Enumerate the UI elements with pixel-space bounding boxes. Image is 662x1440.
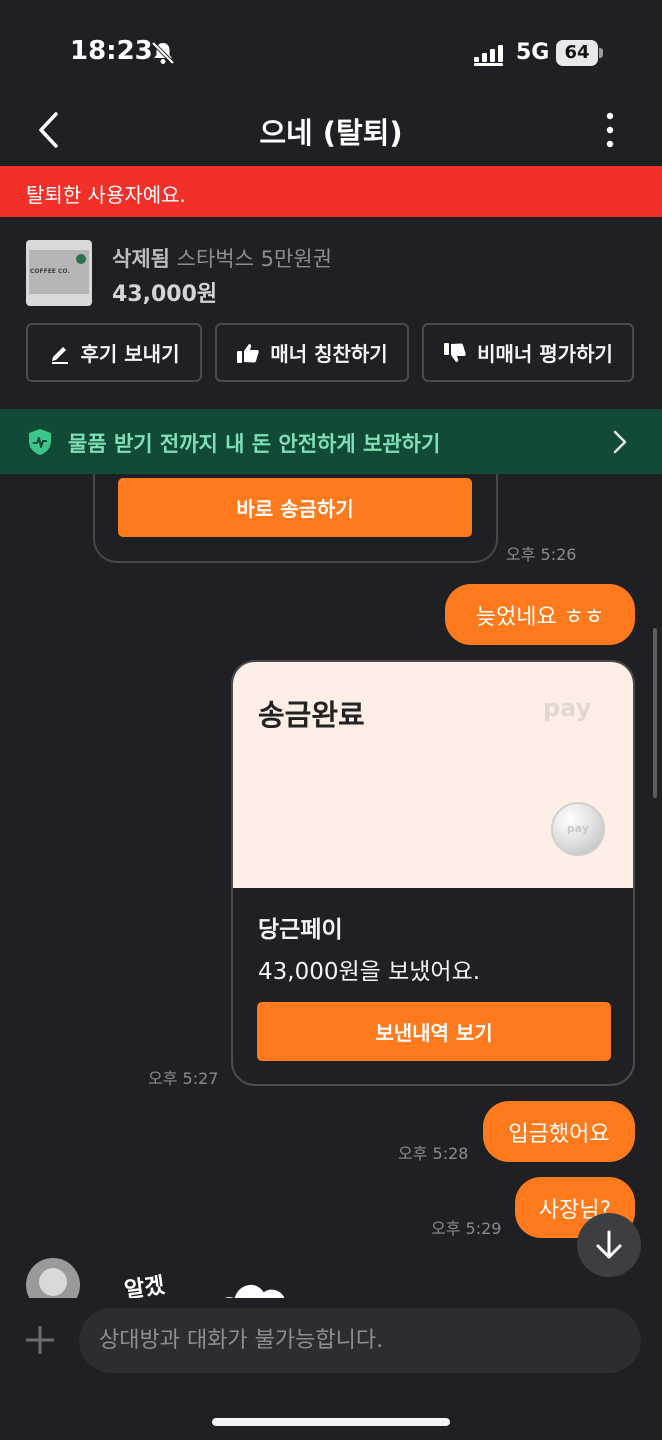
page-title: 으네 (탈퇴) — [259, 116, 403, 150]
home-indicator[interactable] — [212, 1418, 450, 1426]
plus-button[interactable] — [24, 1324, 56, 1356]
pay-logo: pay — [543, 694, 591, 722]
withdrawn-banner-text: 탈퇴한 사용자예요. — [26, 183, 186, 207]
pencil-icon — [51, 346, 68, 364]
network-label: 5G — [516, 40, 550, 65]
chat-bubble-sent: 늦었네요 ㅎㅎ — [445, 584, 635, 645]
scroll-down-button[interactable] — [577, 1213, 641, 1277]
message-time: 오후 5:26 — [506, 545, 577, 564]
scrollbar[interactable] — [653, 628, 657, 798]
arrow-down-icon — [596, 1230, 622, 1259]
battery-icon: 64 — [556, 40, 604, 66]
chat-bubble-sent: 입금했어요 — [483, 1101, 635, 1162]
bad-manner-button[interactable]: 비매너 평가하기 — [422, 323, 634, 382]
message-time: 오후 5:28 — [398, 1144, 469, 1163]
send-review-label: 후기 보내기 — [80, 342, 180, 366]
product-status: 삭제됨 — [112, 247, 170, 271]
safe-payment-text: 물품 받기 전까지 내 돈 안전하게 보관하기 — [68, 432, 441, 456]
message-input[interactable] — [79, 1308, 641, 1373]
product-title[interactable]: 삭제됨 스타벅스 5만원권 — [112, 243, 332, 273]
message-time: 오후 5:29 — [431, 1219, 502, 1238]
product-price: 43,000원 — [112, 282, 218, 307]
send-money-button[interactable]: 바로 송금하기 — [118, 478, 472, 537]
signal-icon — [474, 45, 503, 66]
shield-icon — [29, 429, 51, 455]
pay-card-title: 송금완료 — [258, 698, 365, 732]
thumbnail-text: COFFEE CO. — [30, 268, 70, 275]
pay-logo-text: pay — [543, 694, 592, 722]
manner-praise-button[interactable]: 매너 칭찬하기 — [215, 323, 409, 382]
bell-off-icon — [151, 41, 175, 65]
product-name: 스타벅스 5만원권 — [176, 247, 332, 271]
thumbs-down-icon — [444, 342, 466, 362]
starbucks-logo-icon — [76, 254, 86, 264]
pay-coin-icon: pay — [551, 802, 605, 856]
view-transfer-history-button[interactable]: 보낸내역 보기 — [257, 1002, 611, 1061]
status-time: 18:23 — [70, 36, 153, 66]
coin-text: pay — [566, 822, 590, 835]
more-options-button[interactable] — [596, 110, 624, 150]
bad-manner-label: 비매너 평가하기 — [477, 342, 613, 366]
message-time: 오후 5:27 — [148, 1069, 219, 1088]
manner-praise-label: 매너 칭찬하기 — [270, 342, 388, 366]
send-review-button[interactable]: 후기 보내기 — [26, 323, 202, 382]
thumbs-up-icon — [237, 343, 260, 363]
pay-card-message: 43,000원을 보냈어요. — [258, 959, 481, 985]
chevron-right-icon — [613, 430, 627, 454]
product-thumbnail[interactable]: COFFEE CO. — [26, 240, 92, 306]
pay-complete-card: 송금완료 pay pay 당근페이 43,000원을 보냈어요. 보낸내역 보기 — [231, 660, 635, 1086]
pay-card-subtitle: 당근페이 — [258, 917, 343, 943]
battery-level: 64 — [564, 42, 590, 63]
